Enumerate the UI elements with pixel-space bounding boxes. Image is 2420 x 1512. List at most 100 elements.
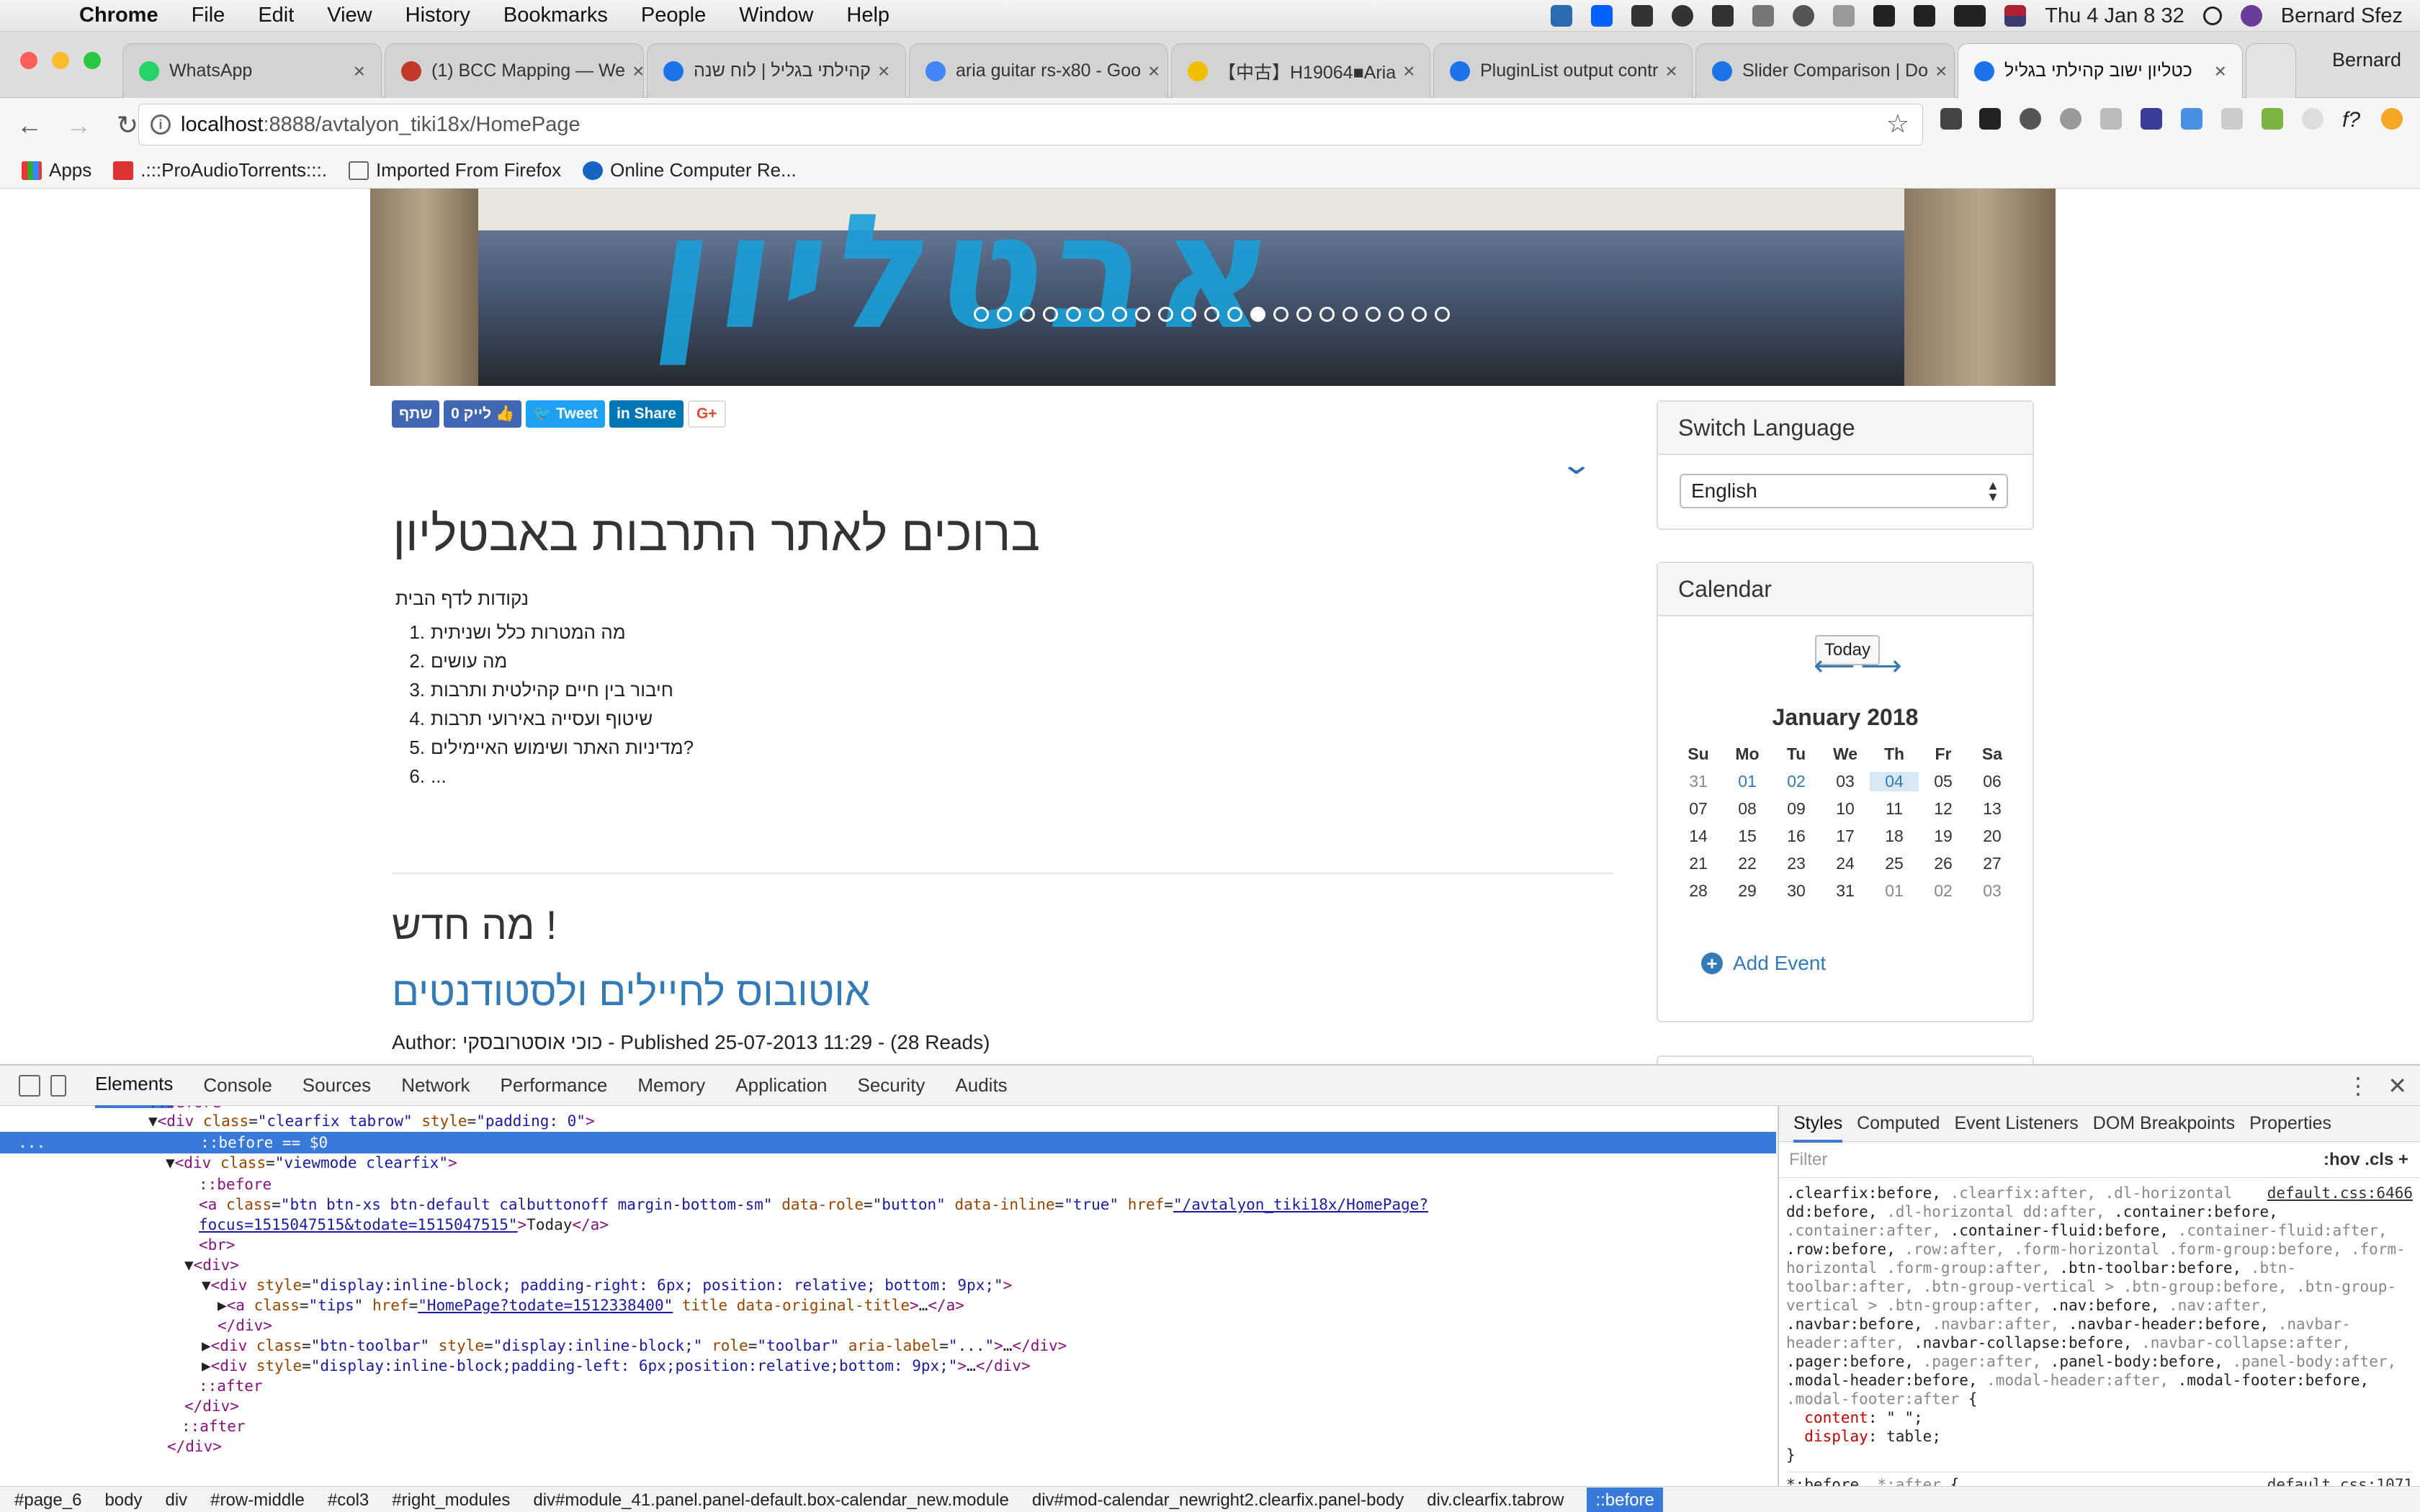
slider-dot[interactable] bbox=[1319, 307, 1335, 322]
cube-icon[interactable] bbox=[1631, 5, 1654, 27]
slider-dot[interactable] bbox=[1412, 307, 1427, 322]
slider-dot[interactable] bbox=[1043, 307, 1058, 322]
calendar-day[interactable]: 02 bbox=[1919, 881, 1968, 901]
time-machine-icon[interactable] bbox=[1793, 5, 1815, 27]
devtools-tab-application[interactable]: Application bbox=[735, 1064, 827, 1107]
computed-tab[interactable]: Computed bbox=[1857, 1113, 1940, 1134]
dom-line[interactable]: ::after bbox=[182, 1416, 246, 1437]
devtools-tab-console[interactable]: Console bbox=[203, 1064, 272, 1107]
dom-line[interactable]: </div> bbox=[167, 1436, 222, 1457]
dom-line[interactable]: ▼<div> bbox=[184, 1254, 239, 1276]
slider-dot[interactable] bbox=[997, 307, 1012, 322]
calendar-day[interactable]: 07 bbox=[1674, 799, 1723, 819]
calendar-day[interactable]: 11 bbox=[1870, 799, 1919, 819]
user-avatar-icon[interactable] bbox=[2240, 5, 2262, 27]
crumb[interactable]: #row-middle bbox=[210, 1490, 305, 1511]
devtools-tab-security[interactable]: Security bbox=[858, 1064, 926, 1107]
tab-slider-comparison[interactable]: Slider Comparison | Do × bbox=[1695, 43, 1955, 98]
screen-icon[interactable] bbox=[1712, 5, 1734, 27]
tab-bcc-mapping[interactable]: (1) BCC Mapping — We × bbox=[385, 43, 644, 98]
calendar-day[interactable]: 20 bbox=[1968, 827, 2017, 846]
close-tab-icon[interactable]: × bbox=[625, 60, 643, 83]
extension-feather-icon[interactable] bbox=[2100, 108, 2122, 130]
dom-line[interactable]: ::after bbox=[199, 1375, 263, 1397]
crumb[interactable]: div.clearfix.tabrow bbox=[1427, 1490, 1564, 1511]
css-rules[interactable]: default.css:6466 .clearfix:before, .clear… bbox=[1779, 1178, 2420, 1500]
dom-line-selected[interactable]: ... ::before == $0 bbox=[0, 1132, 1776, 1153]
calendar-day[interactable]: 30 bbox=[1772, 881, 1821, 901]
extension-alert-icon[interactable] bbox=[2381, 108, 2403, 130]
facebook-share-button[interactable]: שתף bbox=[392, 400, 440, 428]
devtools-tab-performance[interactable]: Performance bbox=[501, 1064, 608, 1107]
close-tab-icon[interactable]: × bbox=[871, 60, 889, 83]
dropbox-icon[interactable] bbox=[1591, 5, 1613, 27]
tweet-button[interactable]: 🐦 Tweet bbox=[526, 400, 606, 428]
calendar-day[interactable]: 24 bbox=[1821, 854, 1870, 873]
slider-dot[interactable] bbox=[1204, 307, 1219, 322]
calendar-day[interactable]: 25 bbox=[1870, 854, 1919, 873]
calendar-day[interactable]: 27 bbox=[1968, 854, 2017, 873]
article-title-link[interactable]: אוטובוס לחיילים ולסטודנטים bbox=[392, 968, 870, 1014]
battery-icon[interactable] bbox=[1954, 5, 1986, 27]
add-event-link[interactable]: + Add Event bbox=[1701, 952, 1826, 975]
calendar-day[interactable]: 03 bbox=[1821, 772, 1870, 791]
calendar-day[interactable]: 08 bbox=[1723, 799, 1772, 819]
close-window-icon[interactable] bbox=[20, 52, 37, 69]
calendar-day[interactable]: 12 bbox=[1919, 799, 1968, 819]
menu-help[interactable]: Help bbox=[846, 4, 889, 27]
menu-file[interactable]: File bbox=[192, 4, 225, 27]
devtools-tab-memory[interactable]: Memory bbox=[637, 1064, 705, 1107]
styles-tab[interactable]: Styles bbox=[1793, 1104, 1843, 1143]
calendar-day[interactable]: 29 bbox=[1723, 881, 1772, 901]
slider-dot[interactable] bbox=[1112, 307, 1127, 322]
extension-ghost-icon[interactable] bbox=[2302, 108, 2323, 130]
calendar-day[interactable]: 01 bbox=[1723, 772, 1772, 791]
spotlight-icon[interactable] bbox=[2202, 6, 2222, 25]
calendar-day[interactable]: 23 bbox=[1772, 854, 1821, 873]
dom-line[interactable]: ▼<div style="display:inline-block; paddi… bbox=[202, 1274, 1012, 1296]
slider-dot[interactable] bbox=[1020, 307, 1035, 322]
close-tab-icon[interactable]: × bbox=[1928, 60, 1947, 83]
slider-dot[interactable] bbox=[1181, 307, 1196, 322]
device-toolbar-icon[interactable] bbox=[50, 1074, 66, 1097]
zoom-window-icon[interactable] bbox=[84, 52, 101, 69]
dom-line[interactable]: ▼<div class="viewmode clearfix"> bbox=[166, 1152, 457, 1174]
calendar-day[interactable]: 28 bbox=[1674, 881, 1723, 901]
close-tab-icon[interactable]: × bbox=[1396, 60, 1415, 83]
crumb[interactable]: #right_modules bbox=[392, 1490, 510, 1511]
slider-dot[interactable] bbox=[1089, 307, 1104, 322]
dom-breakpoints-tab[interactable]: DOM Breakpoints bbox=[2093, 1113, 2235, 1134]
calendar-day[interactable]: 13 bbox=[1968, 799, 2017, 819]
new-tab-button[interactable] bbox=[2246, 43, 2296, 98]
google-plus-button[interactable]: G+ bbox=[687, 400, 726, 428]
crumb[interactable]: body bbox=[104, 1490, 142, 1511]
devtools-menu-icon[interactable]: ⋮ bbox=[2347, 1072, 2370, 1099]
bookmark-apps[interactable]: Apps bbox=[22, 159, 91, 181]
menu-people[interactable]: People bbox=[641, 4, 706, 27]
dom-tree[interactable]: ::before ▼<div class="clearfix tabrow" s… bbox=[0, 1106, 1776, 1486]
slider-dot[interactable] bbox=[974, 307, 989, 322]
dom-line[interactable]: focus=1515047515&todate=1515047515">Toda… bbox=[199, 1214, 609, 1236]
apple-icon[interactable] bbox=[27, 2, 55, 30]
inspect-element-icon[interactable] bbox=[19, 1074, 40, 1097]
dom-line[interactable]: <br> bbox=[199, 1234, 236, 1256]
event-listeners-tab[interactable]: Event Listeners bbox=[1954, 1113, 2078, 1134]
linkedin-share-button[interactable]: in Share bbox=[609, 400, 684, 428]
info-tray-icon[interactable] bbox=[1672, 5, 1694, 27]
crumb[interactable]: div#mod-calendar_newright2.clearfix.pane… bbox=[1032, 1490, 1404, 1511]
extension-pen-icon[interactable] bbox=[2181, 108, 2202, 130]
evernote-icon[interactable] bbox=[1551, 5, 1573, 27]
menu-history[interactable]: History bbox=[405, 4, 470, 27]
tab-active-avtalyon[interactable]: כטליון ישוב קהילתי בגליל × bbox=[1958, 43, 2243, 98]
calendar-day[interactable]: 02 bbox=[1772, 772, 1821, 791]
bookmark-proaudio[interactable]: .:::ProAudioTorrents:::. bbox=[113, 159, 327, 181]
slider-dot[interactable] bbox=[1158, 307, 1173, 322]
calendar-day[interactable]: 31 bbox=[1674, 772, 1723, 791]
calendar-day-today[interactable]: 04 bbox=[1870, 771, 1919, 791]
slider-dot[interactable] bbox=[1227, 307, 1242, 322]
slider-dot[interactable] bbox=[1066, 307, 1081, 322]
devtools-tab-elements[interactable]: Elements bbox=[95, 1063, 174, 1108]
calendar-day[interactable]: 26 bbox=[1919, 854, 1968, 873]
flag-us-icon[interactable] bbox=[2004, 5, 2027, 27]
menu-user-name[interactable]: Bernard Sfez bbox=[2281, 4, 2403, 28]
